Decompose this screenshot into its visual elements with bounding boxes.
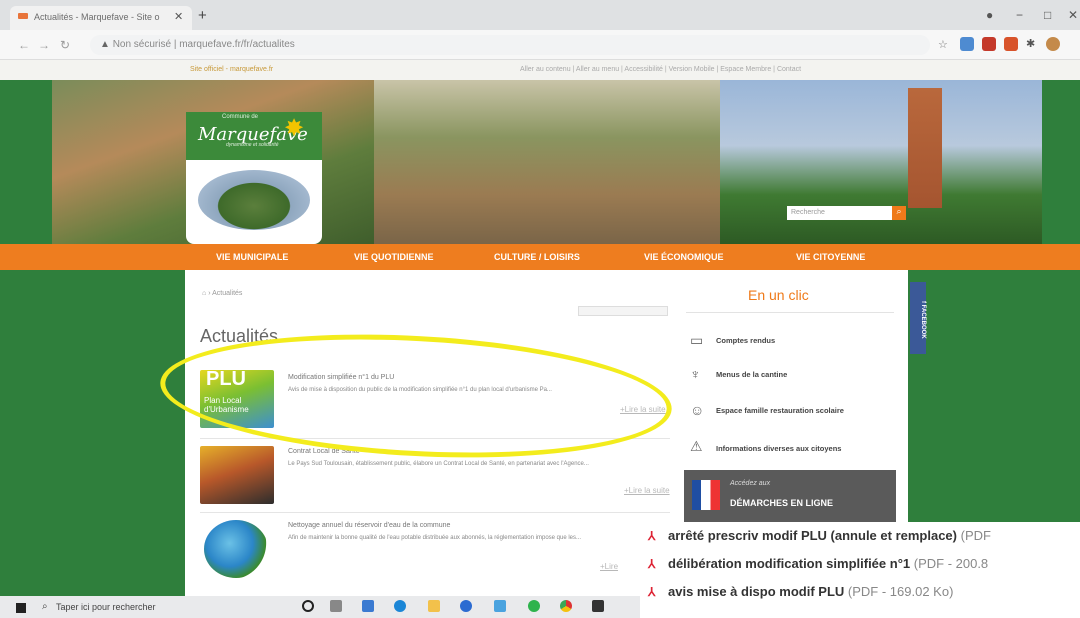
pdf-name: délibération modification simplifiée n°1 [668,556,911,571]
calendar-icon: ▭ [690,332,704,348]
logo-subtitle: dynamisme et solidarité [226,142,279,148]
maximize-icon[interactable]: □ [1044,8,1051,22]
taskbar-search-text: Taper ici pour rechercher [56,602,156,612]
avatar[interactable] [1046,37,1060,51]
app-icon[interactable] [592,600,604,612]
minimize-icon[interactable]: − [1016,8,1023,22]
sidebar-item-informations[interactable]: Informations diverses aux citoyens [716,444,841,453]
article-excerpt: Le Pays Sud Toulousain, établissement pu… [288,461,589,467]
edge-icon[interactable] [394,600,406,612]
demarches-small-label: Accédez aux [730,480,771,487]
warning-icon: ▲ [100,39,113,50]
article-title[interactable]: Nettoyage annuel du réservoir d'eau de l… [288,522,450,529]
address-bar[interactable]: ▲ Non sécurisé | marquefave.fr/fr/actual… [90,35,930,55]
pdf-meta: (PDF [960,528,991,543]
pdf-name: avis mise à dispo modif PLU [668,584,845,599]
pdf-name: arrêté prescriv modif PLU (annule et rem… [668,528,957,543]
breadcrumb-label: › Actualités [208,290,243,297]
menu-band-right [908,244,1080,270]
read-more-link[interactable]: +Lire la suite [624,486,670,495]
chrome-icon[interactable] [560,600,572,612]
logo-landscape [198,170,310,230]
menu-vie-economique[interactable]: VIE ÉCONOMIQUE [644,252,724,262]
facebook-tab[interactable]: f FACEBOOK [910,282,926,354]
pdf-icon: ⅄ [648,585,656,599]
url-text: marquefave.fr/fr/actualites [179,39,295,50]
back-icon[interactable]: ← [18,38,30,52]
app-icon[interactable] [460,600,472,612]
demarches-label: DÉMARCHES EN LIGNE [730,498,834,508]
extension-icon[interactable] [1004,37,1018,51]
pdf-icon: ⅄ [648,529,656,543]
menu-vie-municipale[interactable]: VIE MUNICIPALE [216,252,288,262]
tab-title: Actualités - Marquefave - Site o [34,12,160,22]
marianne-logo-icon [692,480,720,510]
breadcrumb[interactable]: ⌂ › Actualités [202,290,242,297]
app-icon[interactable] [528,600,540,612]
menu-band-left [0,244,185,270]
menu-culture-loisirs[interactable]: CULTURE / LOISIRS [494,252,580,262]
pdf-attachment[interactable]: ⅄ avis mise à dispo modif PLU (PDF - 169.… [648,584,953,601]
tab-close-icon[interactable]: ✕ [174,10,183,23]
article-thumbnail-sante[interactable] [200,446,274,504]
top-links[interactable]: Aller au contenu | Aller au menu | Acces… [520,66,801,73]
search-input[interactable]: Recherche [787,206,892,220]
reload-icon[interactable]: ↻ [60,38,70,52]
url-security-label: Non sécurisé [112,39,172,50]
article-excerpt: Afin de maintenir la bonne qualité de l'… [288,535,582,541]
sidebar-item-menus-cantine[interactable]: Menus de la cantine [716,370,787,379]
task-view-icon[interactable] [330,600,342,612]
search-icon[interactable]: ⌕ [892,206,906,220]
pdf-meta: (PDF - 200.8 [913,556,989,571]
sun-icon: ✸ [284,115,305,142]
logo-small-text: Commune de [222,114,259,120]
divider [200,512,670,513]
bookmark-star-icon[interactable]: ☆ [938,38,948,51]
sidebar-item-comptes-rendus[interactable]: Comptes rendus [716,336,775,345]
new-tab-icon[interactable]: + [198,7,207,24]
fork-icon: ♆ [690,366,701,382]
close-window-icon[interactable]: ✕ [1068,8,1078,22]
forward-icon[interactable]: → [38,38,50,52]
search-icon: ⌕ [42,601,48,612]
banner-photo-petanque [374,80,720,244]
sidebar-item-espace-famille[interactable]: Espace famille restauration scolaire [716,406,844,415]
menu-vie-quotidienne[interactable]: VIE QUOTIDIENNE [354,252,434,262]
tab-favicon-icon [18,13,28,19]
puzzle-icon[interactable]: ✱ [1026,37,1035,50]
file-explorer-icon[interactable] [428,600,440,612]
pdf-attachment[interactable]: ⅄ délibération modification simplifiée n°… [648,556,988,573]
home-icon[interactable]: ⌂ [202,290,206,297]
menu-vie-citoyenne[interactable]: VIE CITOYENNE [796,252,865,262]
pdf-meta: (PDF - 169.02 Ko) [847,584,954,599]
taskbar-search[interactable]: ⌕ Taper ici pour rechercher [40,600,280,616]
family-icon: ☺ [690,402,705,418]
sidebar-title: En un clic [748,287,809,303]
pdf-icon: ⅄ [648,557,656,571]
extension-icon[interactable] [982,37,996,51]
windows-start-icon[interactable] [16,603,26,613]
app-icon[interactable] [494,600,506,612]
page-tools[interactable] [578,306,668,316]
warning-triangle-icon: ⚠ [690,438,703,454]
profile-icon[interactable]: ● [986,8,993,22]
pdf-attachment[interactable]: ⅄ arrêté prescriv modif PLU (annule et re… [648,528,991,545]
extension-icon[interactable] [960,37,974,51]
church-tower [908,88,942,208]
sidebar-divider [686,312,894,313]
site-official-label: Site officiel - marquefave.fr [190,66,274,73]
article-thumbnail-eau[interactable] [204,520,268,578]
app-icon[interactable] [362,600,374,612]
cortana-icon[interactable] [302,600,314,612]
read-more-link[interactable]: +Lire [600,562,618,571]
browser-tab[interactable]: Actualités - Marquefave - Site o [10,6,192,30]
